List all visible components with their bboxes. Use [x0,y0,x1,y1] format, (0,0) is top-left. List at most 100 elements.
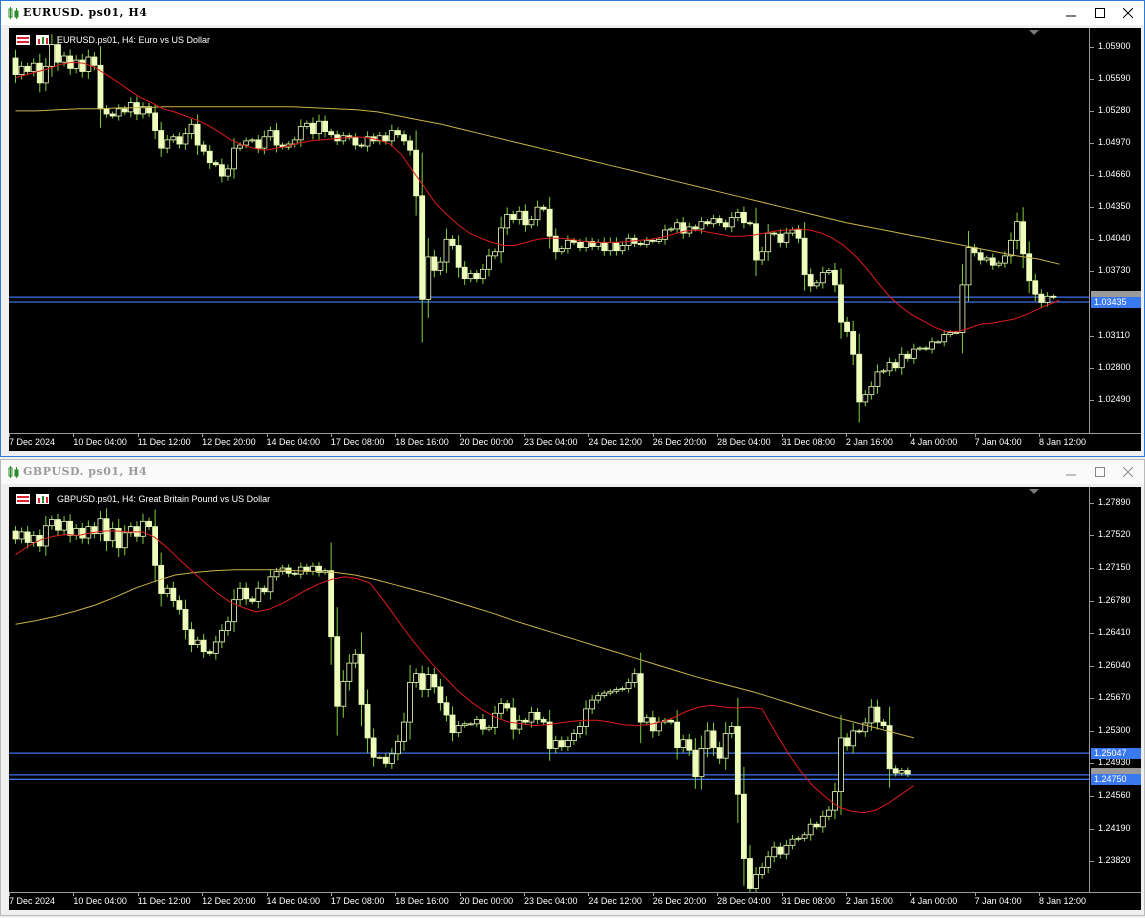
chart-icons [16,35,49,45]
candle [765,224,772,261]
title-bar[interactable]: EURUSD. ps01, H4 [1,1,1144,25]
candle [97,46,104,128]
candle [97,511,104,542]
candle [734,697,741,824]
candle [983,255,990,263]
price-scale[interactable]: 1.05900 1.05590 1.05280 1.04970 1.04660 1.043… [1089,28,1141,433]
close-button[interactable] [1113,460,1143,484]
candle [989,253,996,270]
candle [680,216,687,239]
candle [656,716,662,737]
gbpusd-chart-window[interactable]: GBPUSD. ps01, H4 GBPUSD.ps01, H4: Great … [0,459,1145,916]
candle [844,733,850,751]
candle [941,330,948,347]
minimize-button[interactable] [1056,1,1086,25]
candle [838,714,844,815]
candle [498,698,505,719]
time-label: 7 Dec 2024 [9,896,56,906]
candle [777,842,784,859]
candle [917,346,923,352]
time-scale[interactable]: 7 Dec 2024 10 Dec 04:00 11 Dec 12:00 12 Dec… [9,433,1141,451]
candlestick-plot[interactable] [9,487,1089,892]
candle [492,248,498,260]
price-label: 1.05900 [1098,40,1131,51]
candle [455,235,462,278]
candle [346,654,353,691]
candle [437,678,444,711]
candle [546,196,553,249]
candle [461,261,468,285]
candle [540,204,547,212]
maximize-button[interactable] [1085,460,1115,484]
candle [619,241,626,255]
price-tick [1090,239,1094,241]
candle [728,722,735,738]
candle [176,595,183,615]
maximize-button[interactable] [1085,1,1115,25]
candle [486,725,492,732]
candle [461,721,468,728]
time-scale[interactable]: 7 Dec 2024 10 Dec 04:00 11 Dec 12:00 12 Dec… [9,892,1141,910]
price-label: 1.26780 [1098,594,1131,605]
candle [486,248,492,277]
candle [923,346,929,352]
candle [862,390,869,407]
candle [103,508,110,552]
price-label: 1.26410 [1098,627,1131,638]
time-label: 2 Jan 16:00 [845,896,893,906]
candle [874,364,881,394]
candle [625,678,632,693]
candle [164,584,171,598]
candlestick-plot[interactable] [9,28,1089,433]
candle [552,228,559,260]
close-button[interactable] [1113,1,1143,25]
candle [67,514,74,543]
price-label: 1.24560 [1098,790,1131,801]
candle [595,692,602,704]
candle [692,738,699,789]
time-label: 24 Dec 12:00 [588,437,642,447]
chart-symbol-label: EURUSD.ps01, H4: Euro vs US Dollar [57,35,211,45]
candle [115,519,122,558]
candle [364,131,371,152]
candle [789,227,796,236]
price-tick [1090,568,1094,569]
price-chart[interactable]: GBPUSD.ps01, H4: Great Britain Pound vs … [9,487,1089,892]
candle [237,582,243,606]
minimize-button[interactable] [1056,460,1086,484]
candle [1014,212,1020,250]
price-chart[interactable]: EURUSD.ps01, H4: Euro vs US Dollar [9,28,1089,433]
title-bar[interactable]: GBPUSD. ps01, H4 [1,460,1144,484]
candle [704,219,711,227]
candle [388,748,395,769]
candle [352,649,359,669]
candle [79,53,86,78]
candle [243,582,250,605]
candle [395,127,401,138]
candle [965,231,972,302]
candle [152,104,159,140]
candle [79,522,86,544]
candle [722,219,729,231]
candle [479,263,486,285]
candle [121,105,128,115]
candle [747,220,753,226]
candle [552,735,559,754]
price-label: 1.04040 [1098,233,1131,244]
candle [73,523,80,540]
maximize-icon [1095,467,1105,477]
time-label: 10 Dec 04:00 [73,437,127,447]
eurusd-chart-window[interactable]: EURUSD. ps01, H4 EURUSD.ps01, H4: Euro v… [0,0,1145,457]
candle [722,722,729,770]
candle [291,571,298,577]
candle [753,867,759,892]
price-scale[interactable]: 1.27890 1.27520 1.27150 1.26780 1.26410 1.260… [1089,487,1141,892]
price-label: 1.23820 [1098,855,1131,866]
candle [225,164,231,181]
price-label: 1.03110 [1098,329,1130,340]
candle [898,347,905,375]
candle [249,596,256,605]
candle [522,204,529,232]
candle [668,226,674,233]
candle [443,228,450,273]
